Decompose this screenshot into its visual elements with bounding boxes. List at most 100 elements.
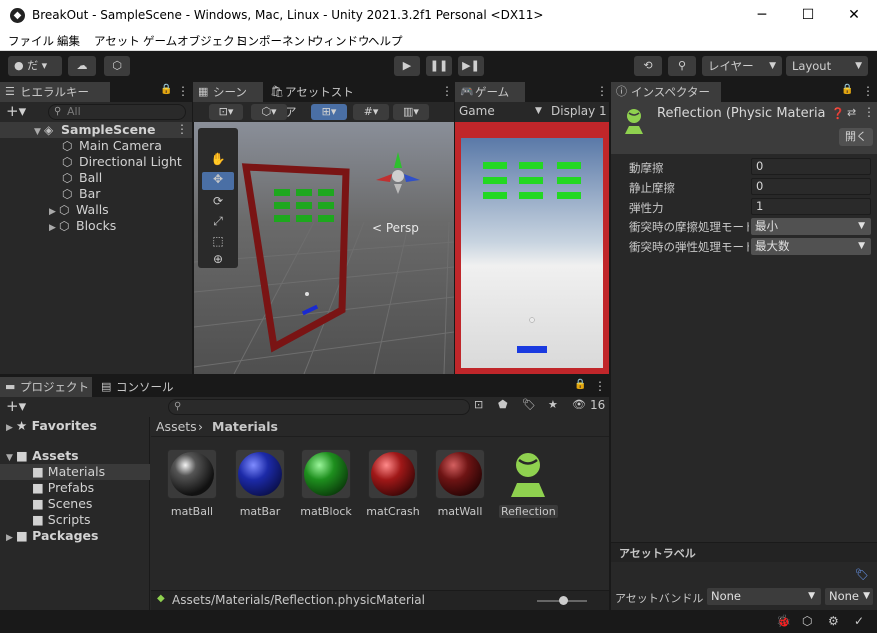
packages-item[interactable]: ▶ ■ Packages — [6, 528, 98, 544]
rect-tool-icon[interactable]: ⬚ — [202, 234, 234, 250]
asset-bundle-dropdown[interactable]: None ▼ — [707, 588, 821, 605]
more-icon[interactable]: ⋮ — [862, 84, 874, 98]
hierarchy-item-main-camera[interactable]: ⬡ Main Camera — [62, 138, 162, 154]
asset-matcrash[interactable]: matCrash — [364, 449, 422, 518]
lock-icon[interactable]: 🔒 — [841, 84, 853, 95]
filter-type-icon[interactable]: ⬟ — [498, 398, 508, 411]
gizmos-dropdown[interactable]: ▥▾ — [393, 104, 429, 120]
expand-icon[interactable]: ▶ — [49, 220, 59, 236]
hierarchy-item-blocks[interactable]: ▶ ⬡ Blocks — [49, 218, 116, 234]
more-icon[interactable]: ⋮ — [177, 84, 189, 98]
account-button[interactable]: ● だ ▾ — [8, 56, 62, 76]
lock-icon[interactable]: 🔒 — [574, 379, 586, 390]
dynamic-friction-field[interactable]: 0 — [751, 158, 871, 175]
favorite-star-icon[interactable]: ★ — [548, 398, 558, 411]
lock-icon[interactable]: 🔒 — [160, 84, 172, 95]
hand-tool-icon[interactable]: ✋ — [202, 152, 234, 168]
maximize-button[interactable]: ☐ — [785, 0, 831, 31]
tab-game[interactable]: 🎮 ゲーム — [455, 82, 525, 102]
game-mode-dropdown[interactable]: Game ▼ — [459, 103, 545, 120]
hierarchy-item-walls[interactable]: ▶ ⬡ Walls — [49, 202, 109, 218]
menu-edit[interactable]: 編集 — [57, 33, 80, 49]
hierarchy-search-input[interactable]: ⚲ All — [48, 104, 186, 120]
layers-dropdown[interactable]: レイヤー ▼ — [702, 56, 782, 76]
filter-label-icon[interactable]: 🏷 — [522, 398, 536, 411]
grid-dropdown[interactable]: #▾ — [353, 104, 389, 120]
asset-matbar[interactable]: matBar — [231, 449, 289, 518]
tab-console[interactable]: ▤ コンソール — [96, 377, 176, 397]
icon-size-slider-handle[interactable] — [559, 596, 568, 605]
asset-variant-dropdown[interactable]: None ▼ — [825, 588, 873, 605]
favorites-item[interactable]: ▶ ★ Favorites — [6, 418, 97, 434]
cloud-button[interactable]: ☁ — [68, 56, 96, 76]
bounciness-field[interactable]: 1 — [751, 198, 871, 215]
tab-hierarchy[interactable]: ☰ ヒエラルキー — [0, 82, 110, 102]
hidden-packages-icon[interactable]: 👁 — [572, 398, 586, 411]
compile-status-icon[interactable]: ⚙ — [828, 614, 839, 628]
play-button[interactable]: ▶ — [394, 56, 420, 76]
step-button[interactable]: ▶❚ — [458, 56, 484, 76]
search-button[interactable]: ⚲ — [668, 56, 696, 76]
layout-dropdown[interactable]: Layout ▼ — [786, 56, 868, 76]
create-button[interactable]: +▾ — [6, 397, 26, 415]
persp-label[interactable]: < Persp — [372, 221, 419, 235]
project-search-input[interactable]: ⚲ — [168, 399, 470, 415]
folder-item-scripts[interactable]: ■ Scripts — [32, 512, 91, 528]
open-button[interactable]: 開く — [839, 128, 873, 146]
menu-window[interactable]: ウィンドウ — [312, 33, 370, 49]
settings-icon[interactable]: ⇄ — [847, 106, 856, 119]
asset-matball[interactable]: matBall — [163, 449, 221, 518]
debug-icon[interactable]: 🐞 — [776, 614, 791, 628]
more-icon[interactable]: ⋮ — [594, 379, 606, 393]
breadcrumb-current[interactable]: Materials — [212, 419, 278, 434]
scale-tool-icon[interactable]: ⤢ — [202, 214, 234, 230]
menu-gameobject[interactable]: ゲームオブジェクト — [143, 33, 246, 49]
search-by-type-icon[interactable]: ⊡ — [474, 398, 483, 411]
more-icon[interactable]: ⋮ — [863, 105, 875, 119]
collab-button[interactable]: ⬡ — [104, 56, 130, 76]
more-icon[interactable]: ⋮ — [596, 84, 608, 98]
game-viewport[interactable] — [455, 122, 609, 374]
menu-component[interactable]: コンポーネント — [236, 33, 317, 49]
hierarchy-item-ball[interactable]: ⬡ Ball — [62, 170, 102, 186]
hierarchy-item-directional-light[interactable]: ⬡ Directional Light — [62, 154, 182, 170]
history-button[interactable]: ⟲ — [634, 56, 662, 76]
scene-menu-icon[interactable]: ⋮ — [176, 122, 188, 136]
transform-tool-icon[interactable]: ⊕ — [202, 252, 234, 268]
asset-reflection[interactable]: Reflection — [499, 449, 558, 518]
menu-file[interactable]: ファイル — [8, 33, 54, 49]
tab-asset-store[interactable]: 🛍 アセットストア — [265, 82, 365, 119]
friction-combine-dropdown[interactable]: 最小 ▼ — [751, 218, 871, 235]
add-button[interactable]: +▾ — [6, 102, 26, 120]
folder-item-prefabs[interactable]: ■ Prefabs — [32, 480, 94, 496]
tab-project[interactable]: ▬ プロジェクト — [0, 377, 92, 397]
display-dropdown[interactable]: Display 1 — [551, 103, 609, 120]
close-button[interactable]: ✕ — [831, 0, 877, 31]
asset-matblock[interactable]: matBlock — [297, 449, 355, 518]
menu-assets[interactable]: アセット — [94, 33, 140, 49]
asset-matwall[interactable]: matWall — [431, 449, 489, 518]
hierarchy-item-bar[interactable]: ⬡ Bar — [62, 186, 100, 202]
pause-button[interactable]: ❚❚ — [426, 56, 452, 76]
folder-item-materials[interactable]: ■ Materials — [32, 464, 105, 480]
check-icon[interactable]: ✓ — [854, 614, 864, 628]
rotate-tool-icon[interactable]: ⟳ — [202, 194, 234, 210]
breadcrumb-root[interactable]: Assets — [156, 419, 197, 434]
snap-dropdown[interactable]: ⊞▾ — [311, 104, 347, 120]
static-friction-field[interactable]: 0 — [751, 178, 871, 195]
tag-icon[interactable]: 🏷 — [855, 568, 869, 581]
help-icon[interactable]: ❓ — [831, 107, 845, 120]
tab-scene[interactable]: ▦ シーン — [193, 82, 263, 102]
bounce-combine-dropdown[interactable]: 最大数 ▼ — [751, 238, 871, 255]
folder-item-scenes[interactable]: ■ Scenes — [32, 496, 92, 512]
minimize-button[interactable]: ─ — [739, 0, 785, 31]
more-icon[interactable]: ⋮ — [441, 84, 453, 98]
scene-item[interactable]: ▼ ◈ SampleScene — [34, 122, 155, 138]
collab-status-icon[interactable]: ⬡ — [802, 614, 812, 628]
shading-dropdown[interactable]: ⬡▾ — [251, 104, 287, 120]
tool-handle-dropdown[interactable]: ⊡▾ — [209, 104, 243, 120]
scene-viewport[interactable]: ✋ ✥ ⟳ ⤢ ⬚ ⊕ < Persp — [194, 122, 454, 374]
tab-inspector[interactable]: ⓘ インスペクター — [611, 82, 721, 102]
assets-item[interactable]: ▼ ■ Assets — [6, 448, 79, 464]
menu-help[interactable]: ヘルプ — [368, 33, 403, 49]
